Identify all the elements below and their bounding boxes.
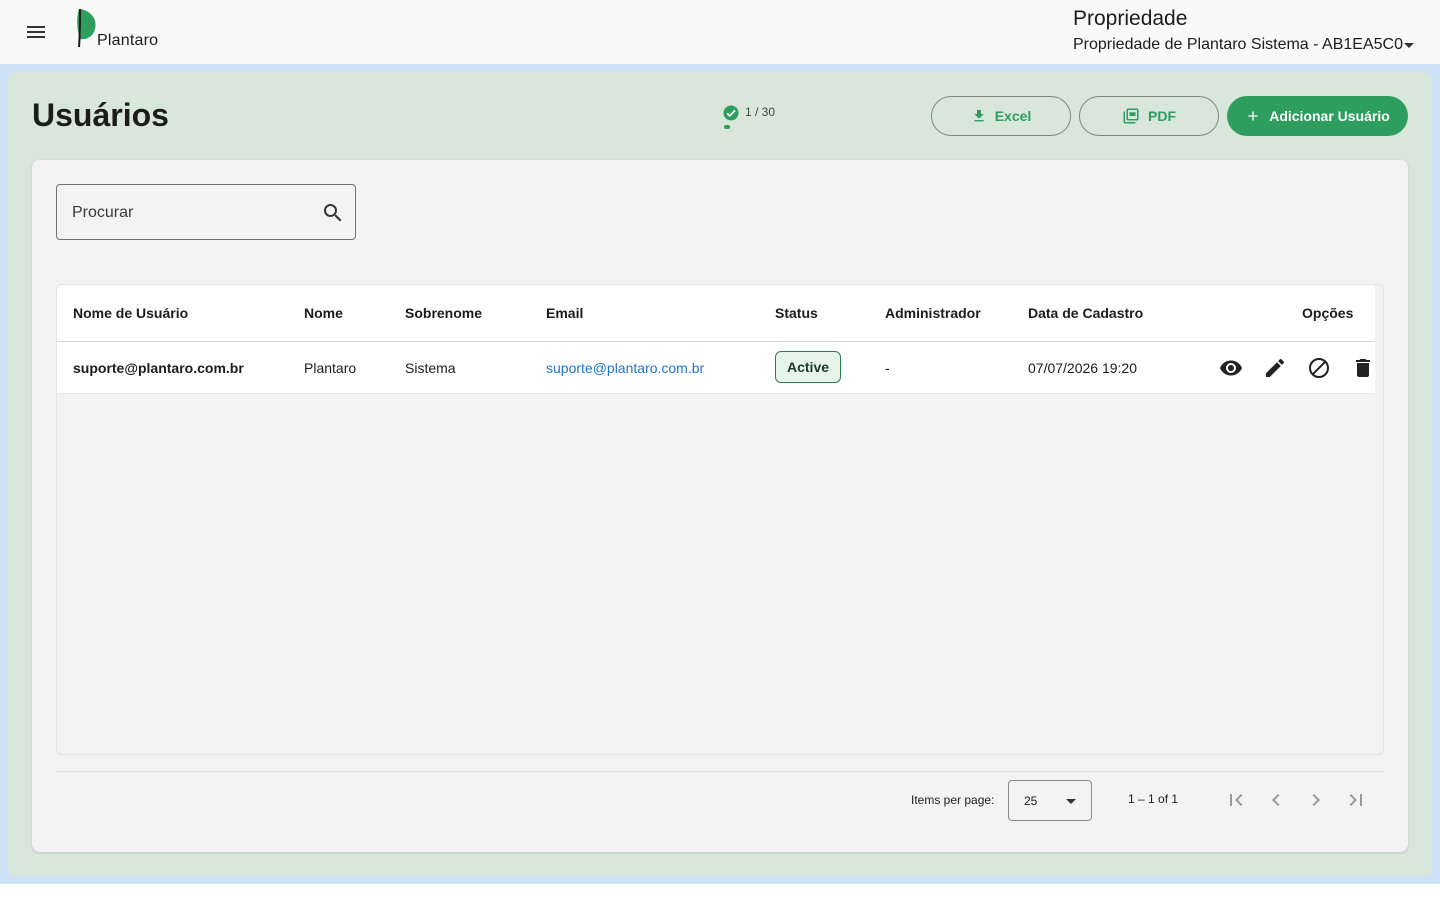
export-excel-label: Excel: [994, 108, 1032, 124]
page-title: Usuários: [32, 97, 169, 133]
cell-created-at: 07/07/2026 19:20: [1028, 360, 1137, 376]
items-per-page-select[interactable]: 25: [1008, 780, 1092, 821]
trash-icon: [1356, 359, 1370, 377]
next-page-button[interactable]: [1304, 788, 1328, 812]
plantaro-logo-icon: [77, 8, 96, 48]
cell-surname: Sistema: [405, 360, 456, 376]
plus-icon: [1248, 111, 1258, 121]
column-header-options: Opções: [1302, 305, 1354, 321]
first-page-icon: [1230, 794, 1243, 806]
column-header-admin[interactable]: Administrador: [885, 305, 981, 321]
cell-username: suporte@plantaro.com.br: [73, 360, 244, 376]
check-circle-icon: [723, 105, 739, 121]
dropdown-caret-icon: [1066, 799, 1076, 804]
last-page-icon: [1349, 794, 1362, 806]
add-user-label: Adicionar Usuário: [1269, 108, 1390, 124]
cell-admin: -: [885, 360, 890, 376]
export-excel-button[interactable]: Excel: [931, 96, 1071, 136]
paginator-divider: [56, 771, 1384, 772]
delete-user-button[interactable]: [1351, 356, 1375, 380]
last-page-button[interactable]: [1344, 788, 1368, 812]
property-title: Propriedade: [1073, 7, 1188, 30]
prev-page-icon: [1272, 794, 1280, 806]
export-pdf-button[interactable]: PDF: [1079, 96, 1219, 136]
first-page-button[interactable]: [1224, 788, 1248, 812]
column-header-surname[interactable]: Sobrenome: [405, 305, 482, 321]
status-badge: Active: [775, 351, 842, 383]
items-per-page-label: Items per page:: [911, 793, 995, 807]
table-row[interactable]: suporte@plantaro.com.br Plantaro Sistema…: [57, 342, 1375, 394]
menu-icon: [27, 26, 45, 38]
cell-email-link[interactable]: suporte@plantaro.com.br: [546, 360, 704, 376]
menu-button[interactable]: [16, 12, 56, 52]
pagination-range: 1 – 1 of 1: [1128, 792, 1179, 806]
download-icon: [974, 110, 984, 122]
quota-progress: [724, 125, 730, 129]
column-header-email[interactable]: Email: [546, 305, 583, 321]
add-user-button[interactable]: Adicionar Usuário: [1227, 96, 1408, 136]
column-header-created-at[interactable]: Data de Cadastro: [1028, 305, 1143, 321]
prev-page-button[interactable]: [1264, 788, 1288, 812]
items-per-page-value: 25: [1024, 794, 1038, 808]
pdf-icon: [1123, 108, 1139, 124]
block-icon: [1309, 358, 1329, 378]
column-header-status[interactable]: Status: [775, 305, 818, 321]
eye-icon: [1220, 360, 1242, 376]
users-table: Nome de Usuário Nome Sobrenome Email Sta…: [56, 284, 1384, 755]
search-icon[interactable]: [321, 201, 345, 225]
block-user-button[interactable]: [1307, 356, 1331, 380]
pencil-icon: [1266, 358, 1285, 377]
column-header-name[interactable]: Nome: [304, 305, 343, 321]
export-pdf-label: PDF: [1148, 108, 1176, 124]
table-header: Nome de Usuário Nome Sobrenome Email Sta…: [57, 285, 1375, 342]
user-quota-indicator: 1 / 30: [722, 104, 802, 132]
search-field[interactable]: [56, 184, 356, 240]
brand-name: Plantaro: [97, 32, 159, 49]
top-bar: Plantaro Propriedade Propriedade de Plan…: [0, 0, 1440, 64]
property-selected-value: Propriedade de Plantaro Sistema - AB1EA5…: [1073, 36, 1403, 53]
edit-user-button[interactable]: [1263, 356, 1287, 380]
cell-name: Plantaro: [304, 360, 357, 376]
brand-logo[interactable]: Plantaro: [72, 8, 172, 52]
next-page-icon: [1312, 794, 1320, 806]
column-header-username[interactable]: Nome de Usuário: [73, 305, 188, 321]
view-user-button[interactable]: [1219, 356, 1243, 380]
dropdown-caret-icon: [1403, 43, 1414, 48]
property-select[interactable]: Propriedade de Plantaro Sistema - AB1EA5…: [1073, 36, 1415, 54]
quota-text: 1 / 30: [745, 105, 776, 119]
search-input[interactable]: [72, 201, 312, 225]
